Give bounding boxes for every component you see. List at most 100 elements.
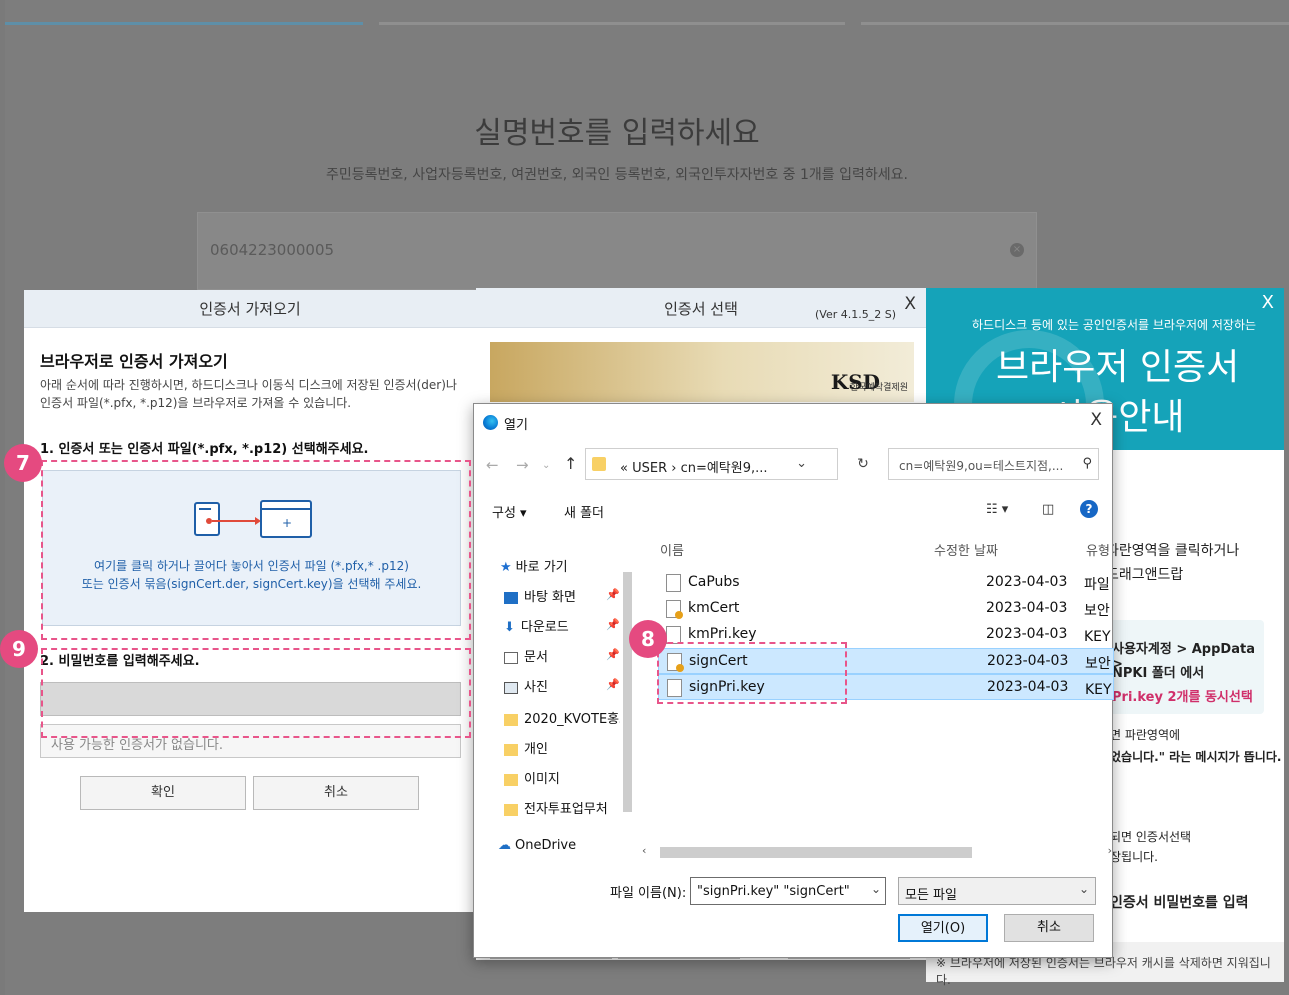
column-header-type[interactable]: 유형 [1086,540,1110,559]
step-indicator-active [5,22,363,25]
clear-icon[interactable]: × [1010,243,1024,257]
pin-icon: 📌 [606,678,620,691]
page-title: 실명번호를 입력하세요 [474,116,760,151]
annotation-box-7 [41,460,471,640]
cancel-button[interactable]: 취소 [253,776,419,810]
file-type-value: 모든 파일 [905,888,957,903]
horizontal-scrollbar[interactable]: ‹ › [638,844,1114,860]
search-text: cn=예탁원9,ou=테스트지점,... [899,459,1064,473]
nav-item-desktop[interactable]: 바탕 화면 [504,586,576,605]
file-type: 보안 [1084,603,1110,619]
nav-item-downloads[interactable]: ⬇ 다운로드 [504,616,569,635]
certificate-icon [666,600,683,619]
file-date: 2023-04-03 [986,600,1068,616]
view-options-icon[interactable]: ☷ ▾ [986,502,1008,517]
forward-arrow-icon[interactable]: → [516,456,529,474]
file-type: KEY 파 [1084,629,1114,645]
filename-label: 파일 이름(N): [610,886,687,901]
up-arrow-icon[interactable]: ↑ [564,454,577,473]
pin-icon: 📌 [606,588,620,601]
folder-icon [592,457,606,471]
recent-chevron-icon[interactable]: ⌄ [542,460,550,471]
nav-item-folder[interactable]: 개인 [504,738,548,757]
chevron-down-icon[interactable]: ⌄ [796,456,807,471]
file-name: kmPri.key [688,626,757,642]
file-date: 2023-04-03 [987,679,1069,695]
nav-item-pictures[interactable]: 사진 [504,676,548,695]
nav-item-quick-access[interactable]: ★ 바로 가기 [500,556,568,575]
guide-text: 드래그앤드랍 [1106,567,1184,583]
guide-path-text: NPKI 폴더 에서 [1112,666,1205,681]
refresh-icon[interactable]: ↻ [851,448,875,480]
nav-item-folder[interactable]: 2020_KVOTE홍보 [504,708,631,727]
nav-item-label: 전자투표업무처 [524,802,608,817]
id-number-input[interactable]: 0604223000005 × [197,212,1037,290]
dialog-cancel-button[interactable]: 취소 [1004,914,1094,942]
confirm-button[interactable]: 확인 [80,776,246,810]
chevron-down-icon: ⌄ [1078,882,1089,896]
annotation-box-8 [657,642,847,704]
nav-item-label: 문서 [524,650,548,665]
guide-text: 면 파란영역에 [1110,728,1181,742]
pin-icon: 📌 [606,648,620,661]
file-row[interactable]: CaPubs 2023-04-03 파일 [658,570,1114,596]
file-name: CaPubs [688,574,740,590]
new-folder-button[interactable]: 새 폴더 [564,502,604,521]
file-row[interactable]: kmCert 2023-04-03 보안 [658,596,1114,622]
close-icon[interactable]: X [1262,292,1274,313]
column-header-date[interactable]: 수정한 날짜 [934,540,998,559]
file-name: kmCert [688,600,740,616]
import-heading: 브라우저로 인증서 가져오기 [40,352,228,371]
file-date: 2023-04-03 [986,574,1068,590]
nav-item-label: 바탕 화면 [524,590,576,605]
close-icon[interactable]: X [904,294,916,314]
star-icon: ★ [500,560,512,575]
file-icon [666,574,681,592]
document-icon [504,651,518,664]
filename-input[interactable]: "signPri.key" "signCert" ⌄ [690,877,886,905]
download-icon: ⬇ [504,620,515,635]
search-input[interactable]: cn=예탁원9,ou=테스트지점,... ⚲ [888,448,1099,480]
nav-item-label: 이미지 [524,772,560,787]
import-panel-header: 인증서 가져오기 [24,290,476,328]
folder-icon [504,743,518,756]
file-type-select[interactable]: 모든 파일 ⌄ [898,877,1096,905]
open-button[interactable]: 열기(O) [898,914,988,942]
search-icon[interactable]: ⚲ [1082,456,1092,471]
version-label: (Ver 4.1.5_2 S) [814,308,896,321]
guide-text: 었습니다." 라는 메시지가 뜹니다. [1110,750,1282,764]
nav-item-onedrive[interactable]: ☁ OneDrive [498,838,576,853]
organize-menu[interactable]: 구성 ▾ [492,502,527,521]
file-date: 2023-04-03 [986,626,1068,642]
guide-banner-caption: 하드디스크 등에 있는 공인인증서를 브라우저에 저장하는 [972,318,1257,332]
address-bar[interactable]: « USER › cn=예탁원9,... ⌄ [585,448,838,480]
back-arrow-icon[interactable]: ← [486,456,499,474]
nav-item-folder[interactable]: 이미지 [504,768,560,787]
scroll-right-icon[interactable]: › [1108,844,1112,857]
chevron-down-icon[interactable]: ⌄ [871,882,881,896]
scrollbar-thumb[interactable] [660,847,972,858]
picture-icon [504,681,518,694]
navigation-pane: ★ 바로 가기 바탕 화면 📌 ⬇ 다운로드 📌 문서 📌 사진 📌 2020_KV… [474,532,634,862]
file-type: 파일 [1084,577,1110,593]
scroll-left-icon[interactable]: ‹ [642,844,646,857]
annotation-badge-8: 8 [629,620,667,658]
ksd-logo-subtitle: 한국예탁결제원 [850,383,908,393]
annotation-box-9 [41,648,471,738]
preview-pane-icon[interactable]: ◫ [1042,502,1054,517]
folder-icon [504,773,518,786]
nav-item-folder[interactable]: 전자투표업무처 [504,798,608,817]
file-date: 2023-04-03 [987,653,1069,669]
scrollbar-thumb[interactable] [623,572,632,812]
nav-scrollbar[interactable] [620,532,634,857]
step1-label: 1. 인증서 또는 인증서 파일(*.pfx, *.p12) 선택해주세요. [40,442,369,457]
guide-path-box: 사용자계정 > AppData > NPKI 폴더 에서 Pri.key 2개를… [1102,620,1264,714]
nav-item-label: 다운로드 [520,620,569,635]
nav-item-label: 개인 [524,742,548,757]
nav-item-label: 바로 가기 [515,560,568,575]
help-icon[interactable]: ? [1080,500,1098,518]
certificate-select-header: 인증서 선택 (Ver 4.1.5_2 S) X [476,288,926,328]
column-header-name[interactable]: 이름 [660,540,684,559]
nav-item-documents[interactable]: 문서 [504,646,548,665]
close-icon[interactable]: X [1090,410,1102,430]
